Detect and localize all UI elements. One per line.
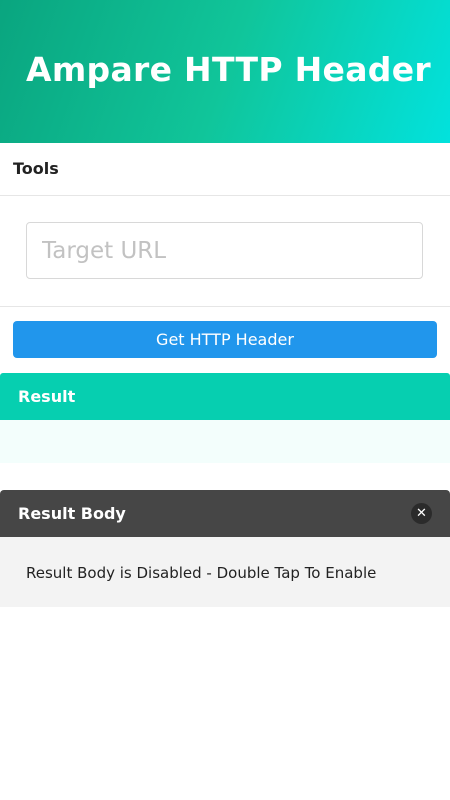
result-body-panel-header: Result Body ✕ — [0, 490, 450, 537]
target-url-input[interactable] — [26, 222, 423, 279]
app-header: Ampare HTTP Header — [0, 0, 450, 143]
result-body-panel-content[interactable]: Result Body is Disabled - Double Tap To … — [0, 537, 450, 607]
tools-bar: Tools — [0, 143, 450, 196]
tools-label: Tools — [13, 159, 59, 178]
result-body-message: Result Body is Disabled - Double Tap To … — [26, 564, 377, 582]
result-panel-content — [0, 420, 450, 463]
result-panel-header: Result — [0, 373, 450, 420]
app-title: Ampare HTTP Header — [26, 50, 431, 89]
result-body-title: Result Body — [18, 504, 126, 523]
close-icon[interactable]: ✕ — [411, 503, 432, 524]
url-section — [0, 196, 450, 307]
result-title: Result — [18, 387, 76, 406]
get-http-header-button[interactable]: Get HTTP Header — [13, 321, 437, 358]
